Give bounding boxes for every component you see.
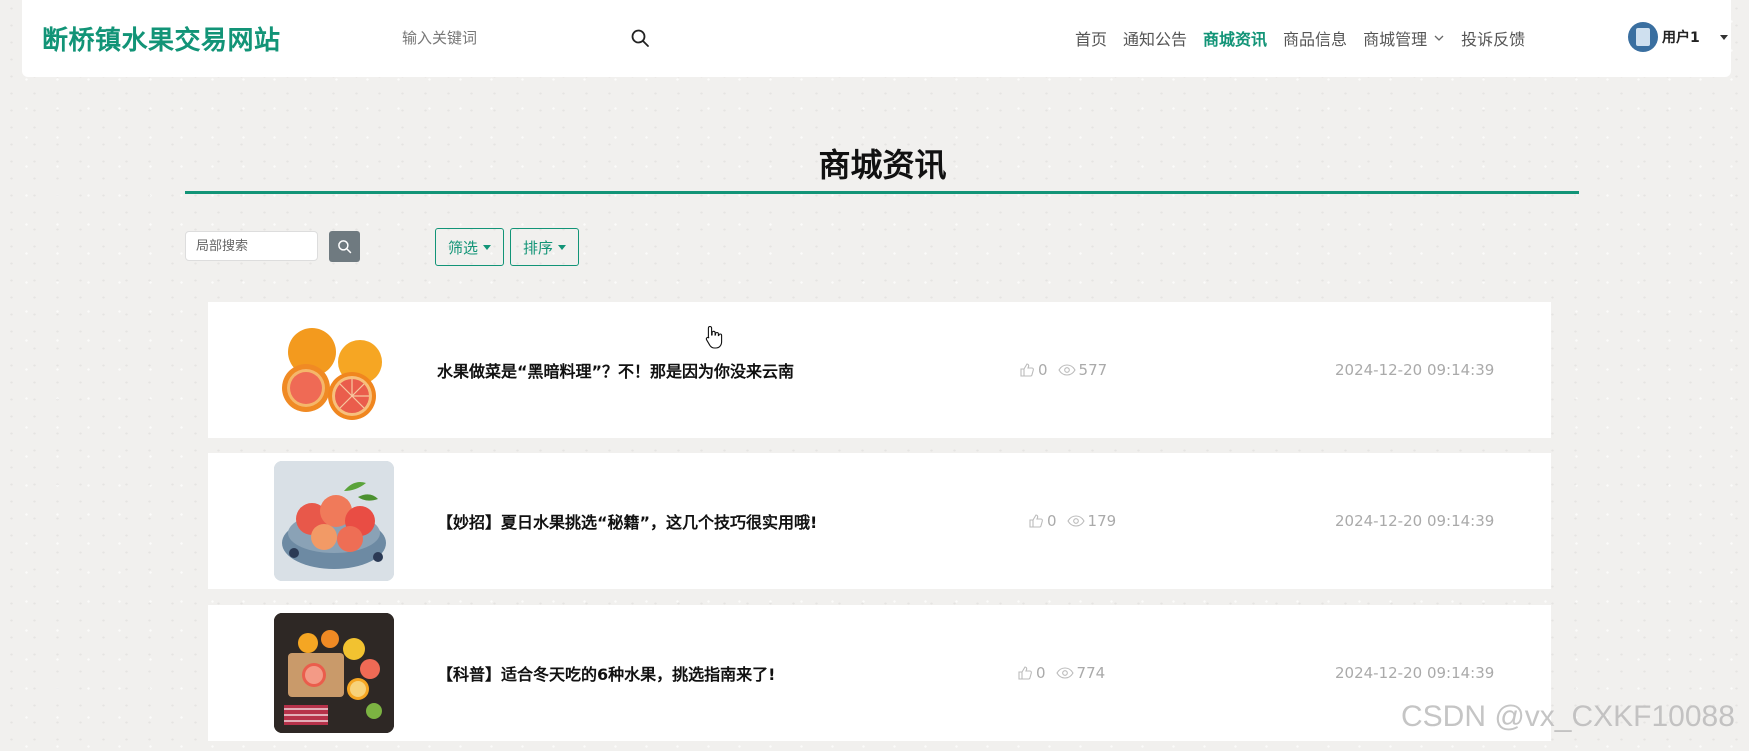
nav-complaints[interactable]: 投诉反馈 (1461, 26, 1525, 50)
nav-notices[interactable]: 通知公告 (1123, 26, 1187, 50)
local-search-button[interactable] (329, 231, 360, 262)
news-card[interactable]: 【科普】适合冬天吃的6种水果，挑选指南来了! 0 774 2024-12-20 … (208, 605, 1551, 741)
like-count-value: 0 (1036, 664, 1046, 682)
news-title: 水果做菜是“黑暗料理”？不！那是因为你没来云南 (437, 362, 795, 381)
news-thumbnail-grapefruit (274, 310, 394, 430)
sort-dropdown-button[interactable]: 排序 (510, 228, 580, 266)
keyword-search-input[interactable] (392, 22, 612, 54)
thumbs-up-icon (1018, 666, 1032, 680)
filter-label: 筛选 (448, 238, 479, 257)
citrus-board-image (274, 613, 394, 733)
nav-mall-news[interactable]: 商城资讯 (1203, 26, 1267, 50)
eye-icon (1066, 515, 1085, 527)
nav-mall-management-label: 商城管理 (1363, 30, 1428, 49)
view-count: 774 (1055, 664, 1106, 682)
nav-mall-management[interactable]: 商城管理 (1363, 26, 1445, 50)
nav-home[interactable]: 首页 (1075, 26, 1107, 50)
filter-dropdown-button[interactable]: 筛选 (435, 228, 505, 266)
hand-pointer-icon (705, 325, 723, 349)
header-search (392, 22, 662, 54)
sort-label: 排序 (523, 238, 554, 257)
user-menu[interactable]: 用户1 (1628, 22, 1728, 52)
view-count: 577 (1057, 361, 1108, 379)
view-count-value: 577 (1078, 361, 1108, 379)
news-date: 2024-12-20 09:14:39 (1335, 361, 1495, 379)
like-count-value: 0 (1038, 361, 1048, 379)
like-count: 0 (1019, 361, 1048, 379)
view-count-value: 179 (1087, 512, 1117, 530)
avatar (1628, 22, 1658, 52)
eye-icon (1057, 364, 1076, 376)
news-title: 【科普】适合冬天吃的6种水果，挑选指南来了! (437, 665, 776, 684)
search-icon[interactable] (630, 28, 650, 48)
search-icon (338, 240, 352, 254)
caret-down-icon (558, 244, 567, 250)
news-card[interactable]: 水果做菜是“黑暗料理”？不！那是因为你没来云南 0 577 2024-12-20… (208, 302, 1551, 438)
user-name: 用户1 (1662, 30, 1700, 46)
caret-down-icon (1719, 34, 1728, 40)
chevron-down-icon (1434, 35, 1444, 41)
nav-products[interactable]: 商品信息 (1283, 26, 1347, 50)
news-stats: 0 577 (1019, 302, 1117, 438)
watermark: CSDN @vx_CXKF10088 (1401, 700, 1735, 733)
local-search-input[interactable] (185, 231, 318, 261)
like-count-value: 0 (1047, 512, 1057, 530)
news-thumbnail-peaches (274, 461, 394, 581)
peaches-basket-image (274, 461, 394, 581)
news-card[interactable]: 【妙招】夏日水果挑选“秘籍”，这几个技巧很实用哦! 0 179 2024-12-… (208, 453, 1551, 589)
news-stats: 0 179 (1028, 453, 1126, 589)
title-divider (185, 191, 1579, 194)
eye-icon (1055, 667, 1074, 679)
view-count: 179 (1066, 512, 1117, 530)
thumbs-up-icon (1020, 363, 1034, 377)
news-date: 2024-12-20 09:14:39 (1335, 512, 1495, 530)
caret-down-icon (483, 244, 492, 250)
news-title: 【妙招】夏日水果挑选“秘籍”，这几个技巧很实用哦! (437, 513, 818, 532)
main-nav: 首页 通知公告 商城资讯 商品信息 商城管理 投诉反馈 (1075, 26, 1541, 50)
like-count: 0 (1017, 664, 1046, 682)
grapefruit-image (282, 328, 382, 420)
view-count-value: 774 (1076, 664, 1106, 682)
page-title: 商城资讯 (818, 146, 947, 184)
news-thumbnail-citrus (274, 613, 394, 733)
like-count: 0 (1028, 512, 1057, 530)
news-stats: 0 774 (1017, 605, 1115, 741)
site-brand[interactable]: 断桥镇水果交易网站 (42, 20, 281, 57)
top-navbar: 断桥镇水果交易网站 首页 通知公告 商城资讯 商品信息 商城管理 投诉反馈 用户… (22, 0, 1731, 77)
thumbs-up-icon (1029, 514, 1043, 528)
